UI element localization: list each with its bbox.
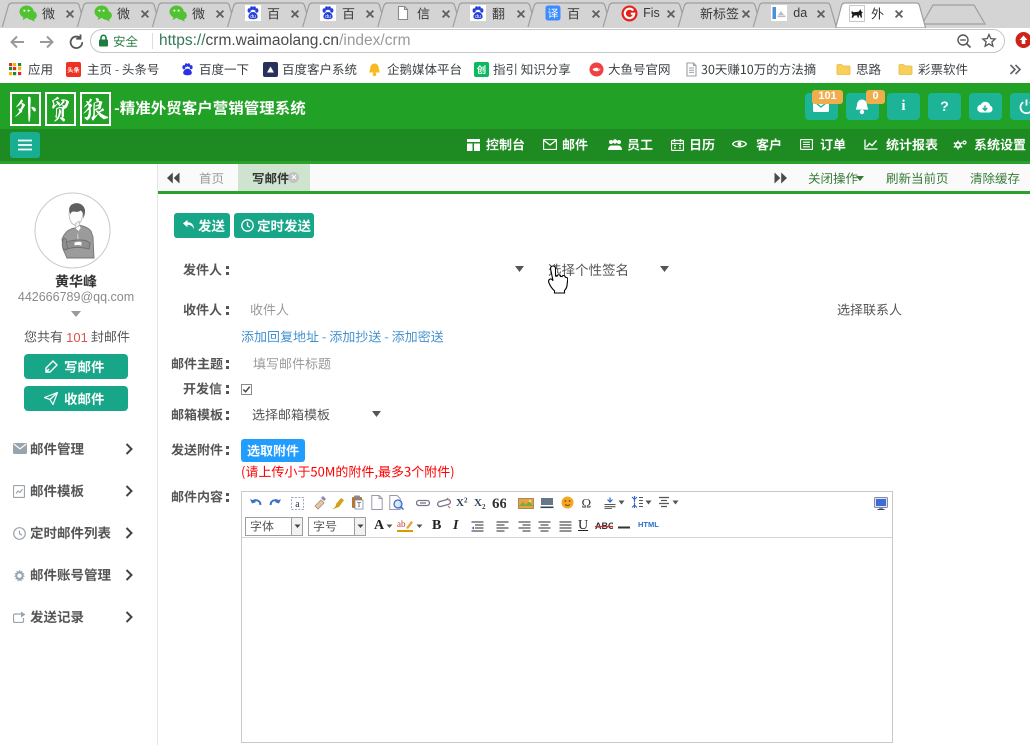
svg-text:du: du bbox=[325, 14, 331, 20]
svg-text:66: 66 bbox=[492, 496, 506, 509]
svg-text:X: X bbox=[474, 497, 482, 509]
svg-text:du: du bbox=[475, 14, 481, 20]
svg-text:a: a bbox=[295, 499, 300, 510]
svg-text:Ω: Ω bbox=[582, 496, 592, 509]
svg-text:X: X bbox=[456, 497, 464, 509]
svg-text:2: 2 bbox=[482, 503, 486, 509]
svg-text:du: du bbox=[250, 14, 256, 20]
svg-text:2: 2 bbox=[464, 497, 468, 505]
svg-text:T: T bbox=[357, 501, 362, 509]
svg-text:ab: ab bbox=[397, 519, 406, 529]
